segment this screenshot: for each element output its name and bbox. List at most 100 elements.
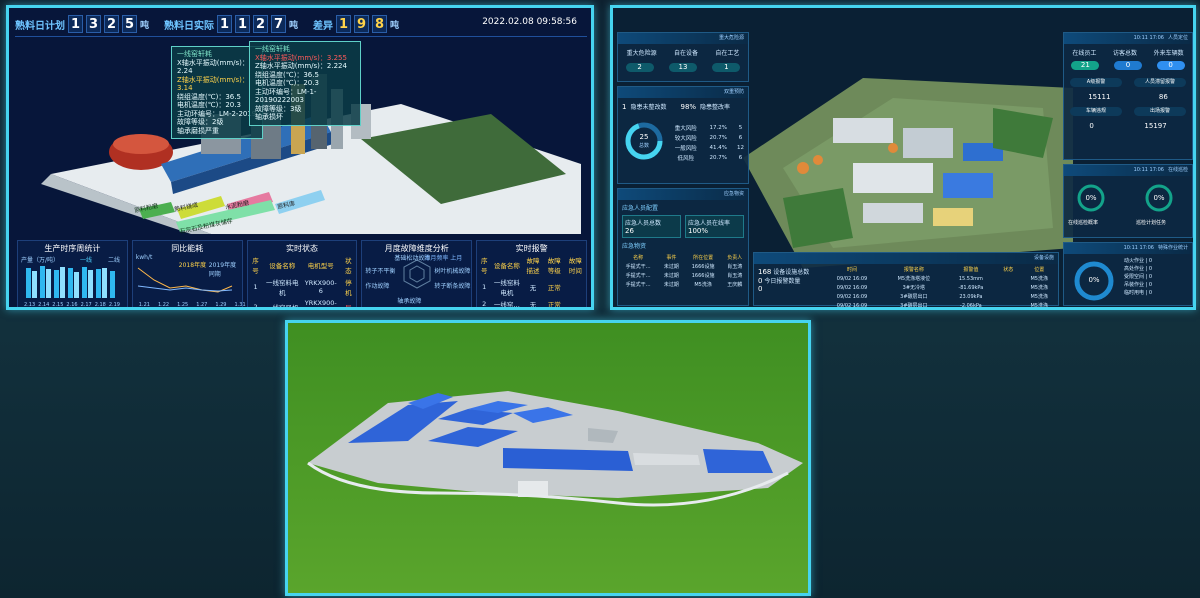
tick: 1.31 (234, 302, 246, 308)
equipment-popup[interactable]: 一线窑轩耗 X轴水平振动(mm/s)：3.255 Z轴水平振动(mm/s)：2.… (249, 41, 361, 126)
alarm-button[interactable]: A级报警 (1070, 78, 1122, 87)
table-row[interactable]: 09/02 16:09 M5洗涤塔液位 15.53mm M5洗涤 (822, 274, 1058, 283)
alarm-panel: 实时报警 序号 设备名称 故障描述 故障等级 故障时间 1 一线窑料电机无正常 2 一线窑…… (476, 240, 587, 309)
cell: 一线窑… (493, 301, 520, 309)
cell: 20.7% (709, 135, 727, 141)
cell: 1 (482, 283, 487, 291)
table-row[interactable]: 2 一线窑… 无 正常 (477, 298, 586, 309)
building (903, 128, 953, 158)
card-personnel: 人员定位 10:11 17:06 在线员工 访客总数 外来车辆数 21 0 0 A级报… (1063, 32, 1193, 160)
diff-digit: 1 (336, 15, 352, 33)
work-type: 高处作业 (1124, 266, 1145, 272)
plan-digit: 3 (86, 15, 101, 33)
plan-label: 熟料日计划 (15, 20, 65, 32)
cell: 2 (253, 303, 258, 310)
stat-label: 重大危险源 (626, 50, 657, 57)
stat-label: 外来车辆数 (1153, 50, 1184, 57)
bar (32, 271, 37, 298)
table-row[interactable]: 手提式干… 未过期 1666设施 肖玉涛 (618, 271, 748, 280)
bar-chart (26, 266, 115, 298)
table-row: 一般风险 41.4% 12 (668, 143, 748, 153)
tick: 2.16 (66, 302, 78, 308)
col-header: 名称 (633, 255, 644, 261)
panel-title: 同比能耗 (171, 244, 204, 253)
stat-value: 13 (668, 63, 697, 72)
table-row: 重大风险 17.2% 5 (668, 123, 748, 133)
factory-aerial-scene[interactable] (288, 323, 808, 593)
datetime: 2022.02.08 09:58:56 (482, 17, 577, 27)
tick: 2.19 (108, 302, 120, 308)
table-row[interactable]: 09/02 16:09 3#碳层出口 23.09kPa M5洗涤 (822, 292, 1058, 301)
radar-label: 转子不平衡 (365, 268, 396, 275)
bar (60, 267, 65, 298)
energy-chart-panel: 同比能耗 kwh/t 2018年度 2019年度同期 1.21 1.22 1.25 1… (131, 240, 246, 308)
work-type: 受限空间 (1124, 274, 1145, 280)
card-title: 双重预防 (723, 89, 744, 95)
table-row[interactable]: 09/02 16:09 3#无冷塔 -81.69kPa M5洗涤 (822, 283, 1058, 292)
tick: 2.18 (94, 302, 106, 308)
popup-line: 故障等级：3级 (255, 104, 302, 113)
cell (996, 283, 1020, 292)
table-row[interactable]: 2 一线窑风机 YRKX900-6 异 (248, 298, 357, 310)
tick: 1.22 (157, 302, 170, 308)
table-row[interactable]: 09/02 16:09 3#碳层出口 -2.06kPa M5洗涤 (822, 301, 1058, 309)
popup-line: 主动环编号：LM-1-20190222003 (255, 87, 317, 105)
stat-value: 168 (758, 268, 772, 276)
stat-label: 自在设备 (673, 50, 698, 57)
table-row[interactable]: 1 一线窑料电机 无 正常 (477, 276, 586, 298)
stat-label: 自在工艺 (715, 50, 740, 57)
stat-value: 0 (1156, 61, 1185, 70)
tick: 2.17 (80, 302, 92, 308)
fault-radar-panel: 月度故障维度分析 基础松动故障 转子不平衡 作动故障 树叶机械故障 转子断条故障… (361, 240, 473, 307)
alarm-button[interactable]: 人员滞留报警 (1134, 78, 1186, 87)
popup-line: 轴承损坏 (255, 113, 283, 121)
divider (15, 36, 587, 37)
cell: 17.2% (709, 125, 727, 131)
cell: YRKX900-6 (304, 279, 337, 295)
alarm-button[interactable]: 车辆违规 (1070, 107, 1122, 116)
cell (996, 292, 1020, 301)
work-type: 吊装作业 (1124, 282, 1145, 288)
cell: 23.09kPa (959, 293, 983, 300)
table-row[interactable]: 1 一线窑料电机 YRKX900-6 停机 (248, 276, 357, 298)
col-header: 电机型号 (307, 262, 334, 270)
col-header: 状态 (345, 257, 352, 275)
cell: 09/02 16:09 (836, 302, 868, 309)
radar-grid (403, 259, 431, 289)
radar-grid (409, 265, 425, 283)
gauge-label: 在线巡检概率 (1068, 220, 1099, 226)
axis-unit: kwh/t (135, 254, 153, 261)
popup-line: X轴水平振动(mm/s)：3.255 (255, 53, 347, 62)
actual-digit: 1 (235, 15, 251, 33)
stat-value: 98% (680, 102, 697, 111)
cell: M5洗涤 (1030, 276, 1048, 282)
cell: 6 (738, 135, 743, 141)
stat-box: 应急人员总数 26 (622, 215, 681, 238)
bar (46, 269, 51, 298)
cell: 15.53mm (958, 275, 983, 282)
stat-label: 在线员工 (1072, 50, 1097, 57)
cell (565, 298, 586, 307)
work-list: 动火作业 | 0 高处作业 | 0 受限空间 | 0 吊装作业 | 0 临时用电… (1124, 258, 1153, 296)
table-row: 低风险 20.7% 6 (668, 153, 748, 163)
section-label: 应急物资 (622, 243, 647, 250)
bar (26, 268, 31, 298)
cell: 低风险 (677, 156, 695, 162)
radar-label: 转子断条故障 (434, 283, 471, 290)
actual-digit: 7 (271, 15, 287, 33)
table-row[interactable]: 手提式干… 未过期 M5洗涤 王庆麟 (618, 280, 748, 289)
alarm-button[interactable]: 出场报警 (1134, 107, 1186, 116)
stat-value: 100% (688, 227, 709, 235)
col-header: 故障时间 (568, 257, 582, 275)
field (783, 188, 853, 248)
popup-line: 绕组温度(℃)：36.5 (177, 92, 241, 101)
cell: M5洗涤 (694, 282, 712, 288)
diff-label: 差异 (313, 20, 334, 32)
tank (813, 155, 823, 165)
plant-3d-map[interactable] (743, 48, 1073, 268)
section-label: 应急人员配置 (622, 205, 659, 212)
building (863, 203, 923, 223)
table-row[interactable]: 手提式干… 未过期 1666设施 肖玉涛 (618, 262, 748, 271)
stat-value: 0 (1113, 61, 1142, 70)
time-tag: 10:11 17:06 (1133, 35, 1164, 41)
